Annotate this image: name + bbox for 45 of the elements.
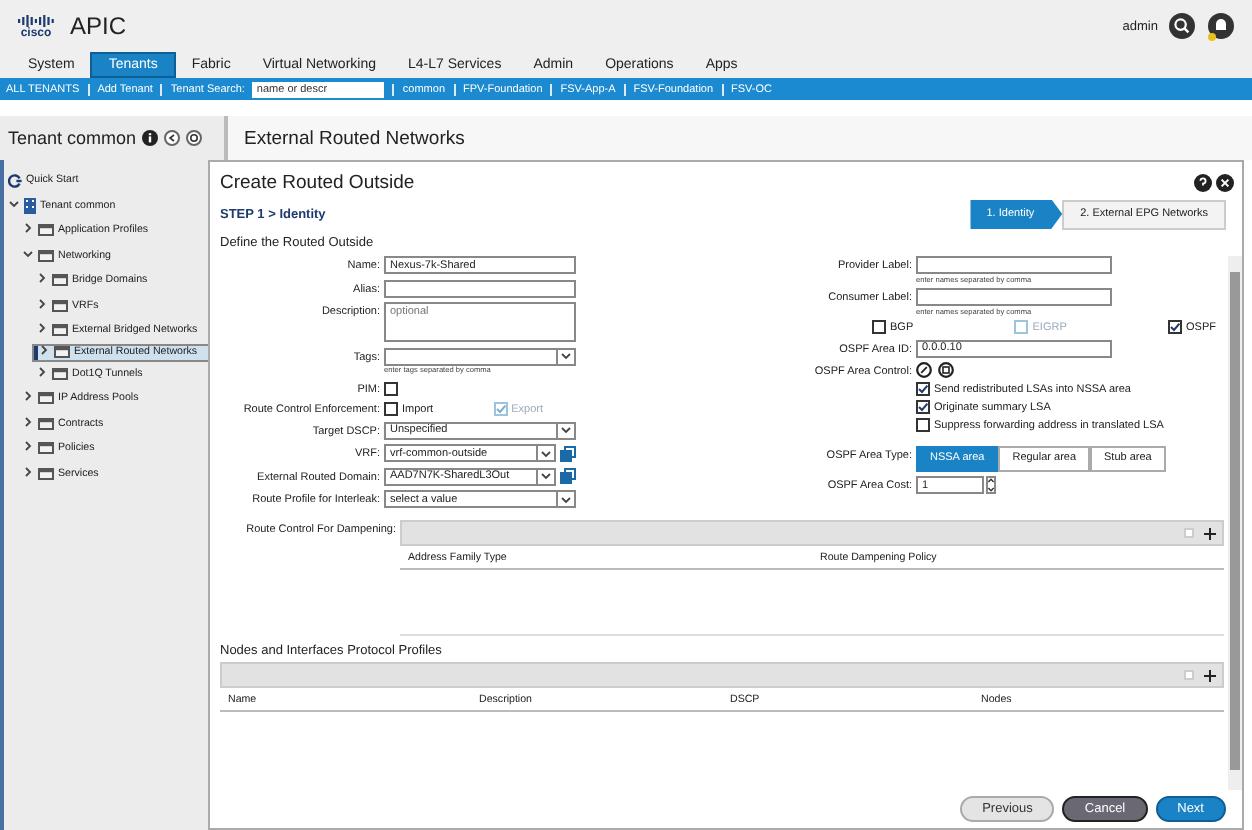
edit-icon[interactable] (916, 362, 932, 378)
help-icon[interactable] (1194, 173, 1212, 191)
add-icon[interactable] (1204, 527, 1216, 539)
caret-icon[interactable] (560, 350, 572, 362)
text-field[interactable] (384, 279, 576, 297)
collapse-icon[interactable] (164, 130, 181, 146)
checkbox[interactable] (384, 381, 398, 395)
checkbox[interactable] (872, 320, 886, 334)
link-icon[interactable] (560, 468, 576, 484)
close-icon[interactable] (1216, 173, 1234, 191)
dialog-title: Create Routed Outside (220, 171, 417, 193)
spinner-icon[interactable] (986, 476, 996, 494)
checkbox[interactable] (916, 382, 930, 396)
text-field[interactable] (916, 288, 1112, 306)
folder-icon (38, 417, 54, 430)
checkbox[interactable] (1168, 320, 1182, 334)
folder-icon (52, 274, 68, 287)
text-field[interactable] (916, 256, 1112, 274)
sidebar-title: Tenant common (8, 128, 137, 148)
checkbox[interactable] (384, 402, 398, 416)
folder-icon (38, 249, 54, 262)
bell-icon[interactable] (1206, 11, 1236, 41)
folder-icon (52, 324, 68, 337)
folder-icon (38, 392, 54, 405)
folder-icon (38, 467, 54, 480)
info-icon[interactable] (142, 130, 159, 146)
folder-icon (54, 346, 70, 358)
scrollbar[interactable] (1228, 256, 1242, 790)
folder-icon (38, 224, 54, 237)
grid-icon[interactable] (938, 362, 954, 378)
logo-bars-icon (16, 13, 56, 27)
dropdown-field[interactable] (384, 347, 576, 365)
link-icon[interactable] (560, 445, 576, 461)
app-name: APIC (70, 12, 127, 40)
refresh-icon[interactable] (186, 130, 203, 146)
folder-icon (52, 367, 68, 380)
folder-icon (38, 442, 54, 455)
folder-icon (52, 299, 68, 312)
building-icon (24, 197, 36, 214)
checkbox[interactable] (916, 400, 930, 414)
page-title: External Routed Networks (224, 116, 1252, 160)
quick-start-icon (8, 173, 22, 188)
checkbox[interactable] (916, 418, 930, 432)
search-icon[interactable] (1168, 12, 1196, 40)
add-icon[interactable] (1204, 669, 1216, 681)
